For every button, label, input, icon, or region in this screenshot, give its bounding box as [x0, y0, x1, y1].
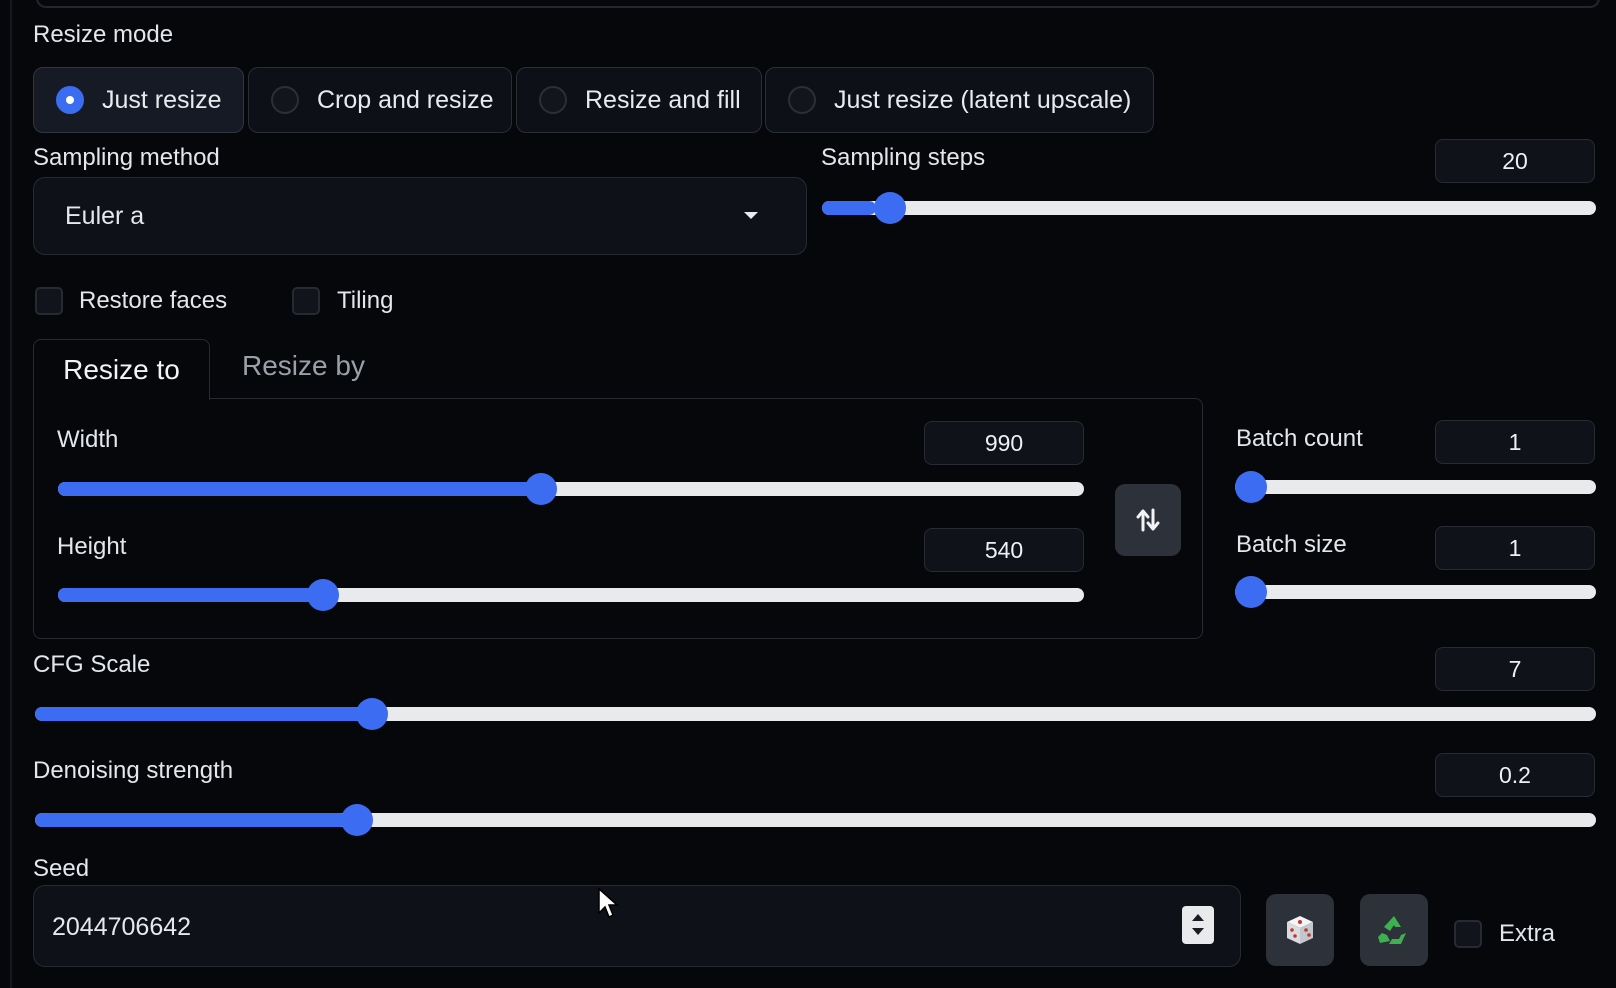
- swap-dimensions-button[interactable]: [1115, 484, 1181, 556]
- cfg-scale-input[interactable]: 7: [1435, 647, 1595, 691]
- seed-stepper[interactable]: [1182, 906, 1214, 944]
- tab-resize-to[interactable]: Resize to: [33, 339, 210, 400]
- recycle-icon: [1378, 916, 1406, 944]
- cfg-scale-label: CFG Scale: [33, 651, 151, 678]
- slider-fill: [35, 813, 348, 827]
- slider-handle[interactable]: [306, 579, 339, 611]
- left-border: [10, 0, 12, 988]
- batch-count-slider[interactable]: [1235, 471, 1596, 503]
- height-label: Height: [57, 533, 127, 560]
- seed-input[interactable]: 2044706642: [33, 885, 1241, 967]
- radio-label: Just resize (latent upscale): [834, 85, 1132, 114]
- dice-icon: [1287, 916, 1313, 944]
- slider-handle[interactable]: [340, 804, 373, 836]
- batch-size-label: Batch size: [1236, 531, 1347, 558]
- slider-fill: [822, 201, 877, 215]
- mouse-cursor-icon: [598, 887, 619, 919]
- sampling-method-dropdown[interactable]: Euler a: [33, 177, 807, 255]
- batch-count-label: Batch count: [1236, 425, 1363, 452]
- sampling-steps-slider[interactable]: [822, 192, 1596, 224]
- radio-dot: [539, 86, 567, 114]
- chevron-down-icon: [744, 212, 758, 219]
- resize-mode-label: Resize mode: [33, 21, 174, 48]
- denoising-strength-label: Denoising strength: [33, 757, 234, 784]
- denoising-strength-slider[interactable]: [35, 804, 1596, 836]
- slider-handle[interactable]: [1235, 576, 1267, 608]
- tiling-label: Tiling: [337, 287, 394, 314]
- radio-just-resize[interactable]: Just resize: [33, 67, 244, 133]
- slider-handle[interactable]: [1235, 471, 1267, 503]
- batch-size-input[interactable]: 1: [1435, 526, 1595, 570]
- batch-size-slider[interactable]: [1235, 576, 1596, 608]
- extra-label: Extra: [1499, 920, 1556, 947]
- seed-value: 2044706642: [52, 913, 192, 941]
- restore-faces-checkbox[interactable]: [35, 287, 63, 315]
- swap-dimensions-icon: [1136, 508, 1160, 532]
- slider-handle[interactable]: [356, 698, 389, 730]
- radio-resize-and-fill[interactable]: Resize and fill: [516, 67, 762, 133]
- width-slider[interactable]: [58, 473, 1084, 505]
- radio-label: Just resize: [102, 85, 222, 114]
- batch-count-input[interactable]: 1: [1435, 420, 1595, 464]
- slider-fill: [58, 588, 315, 602]
- width-input[interactable]: 990: [924, 421, 1084, 465]
- height-slider[interactable]: [58, 579, 1084, 611]
- radio-dot-selected: [56, 86, 84, 114]
- restore-faces-label: Restore faces: [79, 287, 228, 314]
- slider-fill: [58, 482, 541, 496]
- slider-fill: [35, 707, 363, 721]
- height-input[interactable]: 540: [924, 528, 1084, 572]
- radio-dot: [271, 86, 299, 114]
- slider-handle[interactable]: [525, 473, 558, 505]
- reuse-seed-button[interactable]: [1360, 894, 1428, 966]
- denoising-strength-input[interactable]: 0.2: [1435, 753, 1595, 797]
- radio-crop-and-resize[interactable]: Crop and resize: [248, 67, 512, 133]
- tiling-checkbox[interactable]: [292, 287, 320, 315]
- sampling-steps-label: Sampling steps: [821, 144, 986, 171]
- extra-checkbox[interactable]: [1454, 920, 1482, 948]
- radio-dot: [788, 86, 816, 114]
- cfg-scale-slider[interactable]: [35, 698, 1596, 730]
- slider-handle[interactable]: [873, 192, 906, 224]
- radio-just-resize-latent-upscale[interactable]: Just resize (latent upscale): [765, 67, 1154, 133]
- random-seed-button[interactable]: [1266, 894, 1334, 966]
- previous-panel-edge: [36, 0, 1600, 8]
- radio-label: Crop and resize: [317, 85, 494, 114]
- seed-label: Seed: [33, 855, 90, 882]
- width-label: Width: [57, 426, 119, 453]
- sampling-method-label: Sampling method: [33, 144, 220, 171]
- radio-label: Resize and fill: [585, 85, 741, 114]
- sampling-steps-input[interactable]: 20: [1435, 139, 1595, 183]
- tab-resize-by[interactable]: Resize by: [242, 350, 365, 382]
- sampling-method-value: Euler a: [65, 202, 145, 230]
